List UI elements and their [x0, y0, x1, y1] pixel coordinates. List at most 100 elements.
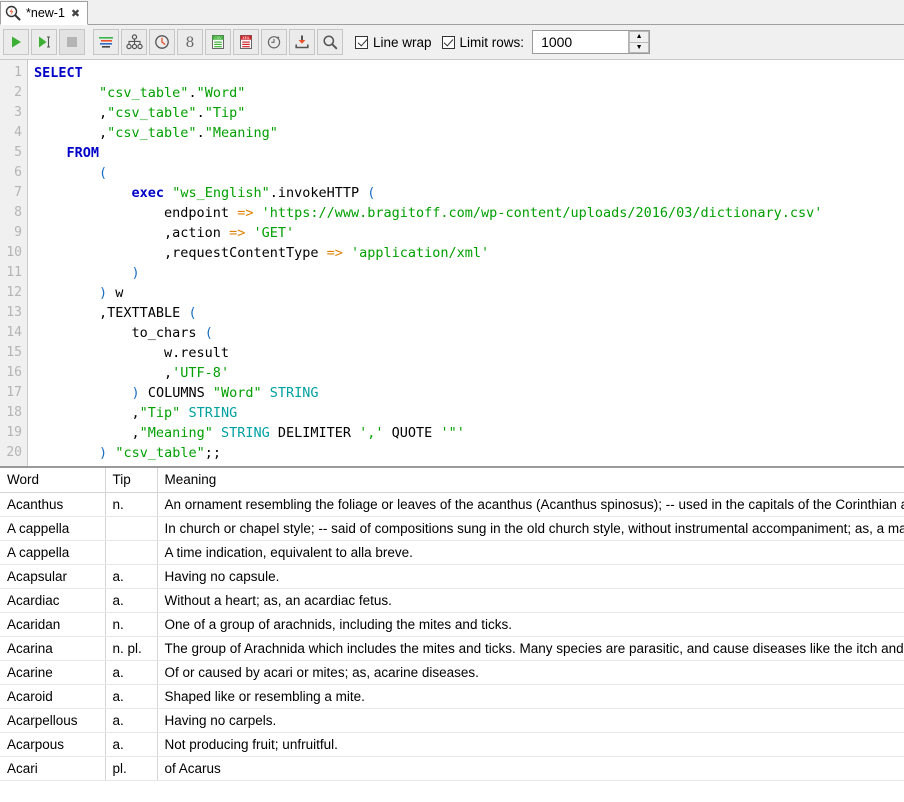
table-row[interactable]: Acarine a. Of or caused by acari or mites;…	[0, 660, 904, 685]
stop-button[interactable]	[59, 29, 85, 55]
code-line[interactable]: 1 SELECT	[0, 63, 904, 83]
column-header-tip[interactable]: Tip	[105, 468, 158, 493]
column-header-meaning[interactable]: Meaning	[157, 468, 904, 493]
table-cell-word[interactable]: Acanthus	[0, 492, 106, 517]
format-sql-button[interactable]	[93, 29, 119, 55]
table-cell-tip[interactable]: a.	[105, 564, 158, 589]
table-cell-word[interactable]: Acarina	[0, 636, 106, 661]
code-line[interactable]: 19 ,"Meaning" STRING DELIMITER ',' QUOTE…	[0, 423, 904, 443]
limit-rows-checkbox[interactable]	[441, 35, 455, 49]
table-cell-meaning[interactable]: The group of Arachnida which includes th…	[157, 636, 904, 661]
editor-scroll-area[interactable]: 1 SELECT 2 "csv_table"."Word" 3 ,"csv_table…	[0, 60, 904, 466]
table-row[interactable]: A cappella In church or chapel style; -- …	[0, 516, 904, 541]
table-row[interactable]: Acapsular a. Having no capsule.	[0, 564, 904, 589]
table-row[interactable]: A cappella A time indication, equivalent …	[0, 540, 904, 565]
history-button[interactable]	[149, 29, 175, 55]
table-cell-meaning[interactable]: Of or caused by acari or mites; as, acar…	[157, 660, 904, 685]
table-row[interactable]: Acaroid a. Shaped like or resembling a mit…	[0, 684, 904, 709]
table-cell-word[interactable]: Acarpellous	[0, 708, 106, 733]
table-cell-meaning[interactable]: of Acarus	[157, 756, 904, 781]
export-csv-button[interactable]: CSV	[205, 29, 231, 55]
table-cell-word[interactable]: Acaridan	[0, 612, 106, 637]
table-row[interactable]: Acari pl. of Acarus	[0, 756, 904, 781]
code-line[interactable]: 9 ,action => 'GET'	[0, 223, 904, 243]
results-pane[interactable]: Word Tip Meaning Acanthus n. An ornament r…	[0, 467, 904, 802]
close-icon[interactable]: ✖	[70, 8, 81, 19]
table-cell-meaning[interactable]: Having no capsule.	[157, 564, 904, 589]
table-cell-meaning[interactable]: Not producing fruit; unfruitful.	[157, 732, 904, 757]
table-cell-tip[interactable]: n. pl.	[105, 636, 158, 661]
table-cell-meaning[interactable]: Without a heart; as, an acardiac fetus.	[157, 588, 904, 613]
profile-button[interactable]: 8	[177, 29, 203, 55]
table-cell-meaning[interactable]: Having no carpels.	[157, 708, 904, 733]
code-line[interactable]: 8 endpoint => 'https://www.bragitoff.com…	[0, 203, 904, 223]
table-cell-tip[interactable]	[105, 540, 158, 565]
table-cell-tip[interactable]: a.	[105, 684, 158, 709]
code-line[interactable]: 3 ,"csv_table"."Tip"	[0, 103, 904, 123]
table-cell-word[interactable]: Acari	[0, 756, 106, 781]
table-cell-word[interactable]: A cappella	[0, 516, 106, 541]
table-cell-tip[interactable]: a.	[105, 588, 158, 613]
table-row[interactable]: Acarina n. pl. The group of Arachnida whic…	[0, 636, 904, 661]
code-line[interactable]: 13 ,TEXTTABLE (	[0, 303, 904, 323]
table-cell-word[interactable]: Acarpous	[0, 732, 106, 757]
table-cell-tip[interactable]: a.	[105, 708, 158, 733]
table-cell-tip[interactable]	[105, 516, 158, 541]
code-line[interactable]: 17 ) COLUMNS "Word" STRING	[0, 383, 904, 403]
search-button[interactable]	[317, 29, 343, 55]
table-cell-meaning[interactable]: An ornament resembling the foliage or le…	[157, 492, 904, 517]
table-cell-tip[interactable]: pl.	[105, 756, 158, 781]
refresh-button[interactable]	[261, 29, 287, 55]
table-cell-tip[interactable]: n.	[105, 492, 158, 517]
code-line[interactable]: 21	[0, 463, 904, 466]
code-line-text: )	[131, 265, 140, 281]
code-line[interactable]: 14 to_chars (	[0, 323, 904, 343]
line-wrap-checkbox-group[interactable]: Line wrap	[355, 35, 432, 50]
code-line[interactable]: 2 "csv_table"."Word"	[0, 83, 904, 103]
table-row[interactable]: Acardiac a. Without a heart; as, an acardi…	[0, 588, 904, 613]
code-line[interactable]: 7 exec "ws_English".invokeHTTP (	[0, 183, 904, 203]
table-cell-word[interactable]: A cappella	[0, 540, 106, 565]
table-row[interactable]: Acaridan n. One of a group of arachnids, i…	[0, 612, 904, 637]
download-button[interactable]	[289, 29, 315, 55]
code-line[interactable]: 12 ) w	[0, 283, 904, 303]
table-row[interactable]: Acarpellous a. Having no carpels.	[0, 708, 904, 733]
code-line[interactable]: 6 (	[0, 163, 904, 183]
export-xml-button[interactable]: XML	[233, 29, 259, 55]
code-line[interactable]: 11 )	[0, 263, 904, 283]
table-cell-tip[interactable]: n.	[105, 612, 158, 637]
table-cell-word[interactable]: Acarine	[0, 660, 106, 685]
sql-code[interactable]: 1 SELECT 2 "csv_table"."Word" 3 ,"csv_table…	[0, 60, 904, 466]
execute-current-button[interactable]	[31, 29, 57, 55]
code-line[interactable]: 5 FROM	[0, 143, 904, 163]
column-header-word[interactable]: Word	[0, 468, 106, 493]
table-cell-word[interactable]: Acaroid	[0, 684, 106, 709]
table-cell-meaning[interactable]: In church or chapel style; -- said of co…	[157, 516, 904, 541]
tab-new-1[interactable]: *new-1 ✖	[0, 1, 89, 25]
code-line[interactable]: 10 ,requestContentType => 'application/x…	[0, 243, 904, 263]
table-cell-meaning[interactable]: A time indication, equivalent to alla br…	[157, 540, 904, 565]
limit-rows-input[interactable]	[533, 31, 629, 53]
svg-text:8: 8	[186, 35, 195, 50]
limit-rows-checkbox-group[interactable]: Limit rows:	[441, 35, 524, 50]
table-row[interactable]: Acanthus n. An ornament resembling the fol…	[0, 492, 904, 517]
code-line[interactable]: 4 ,"csv_table"."Meaning"	[0, 123, 904, 143]
stepper-up-button[interactable]: ▲	[629, 31, 650, 43]
table-cell-tip[interactable]: a.	[105, 732, 158, 757]
explain-plan-button[interactable]	[121, 29, 147, 55]
code-line[interactable]: 16 ,'UTF-8'	[0, 363, 904, 383]
execute-button[interactable]	[3, 29, 29, 55]
stepper-down-button[interactable]: ▼	[629, 42, 650, 53]
sql-editor-pane[interactable]: 1 SELECT 2 "csv_table"."Word" 3 ,"csv_table…	[0, 60, 904, 467]
limit-rows-stepper[interactable]: ▲ ▼	[532, 30, 651, 54]
table-cell-meaning[interactable]: Shaped like or resembling a mite.	[157, 684, 904, 709]
table-cell-word[interactable]: Acardiac	[0, 588, 106, 613]
code-line[interactable]: 20 ) "csv_table";;	[0, 443, 904, 463]
code-line[interactable]: 18 ,"Tip" STRING	[0, 403, 904, 423]
code-line[interactable]: 15 w.result	[0, 343, 904, 363]
table-cell-tip[interactable]: a.	[105, 660, 158, 685]
table-row[interactable]: Acarpous a. Not producing fruit; unfruitfu…	[0, 732, 904, 757]
line-wrap-checkbox[interactable]	[355, 35, 368, 49]
table-cell-word[interactable]: Acapsular	[0, 564, 106, 589]
table-cell-meaning[interactable]: One of a group of arachnids, including t…	[157, 612, 904, 637]
